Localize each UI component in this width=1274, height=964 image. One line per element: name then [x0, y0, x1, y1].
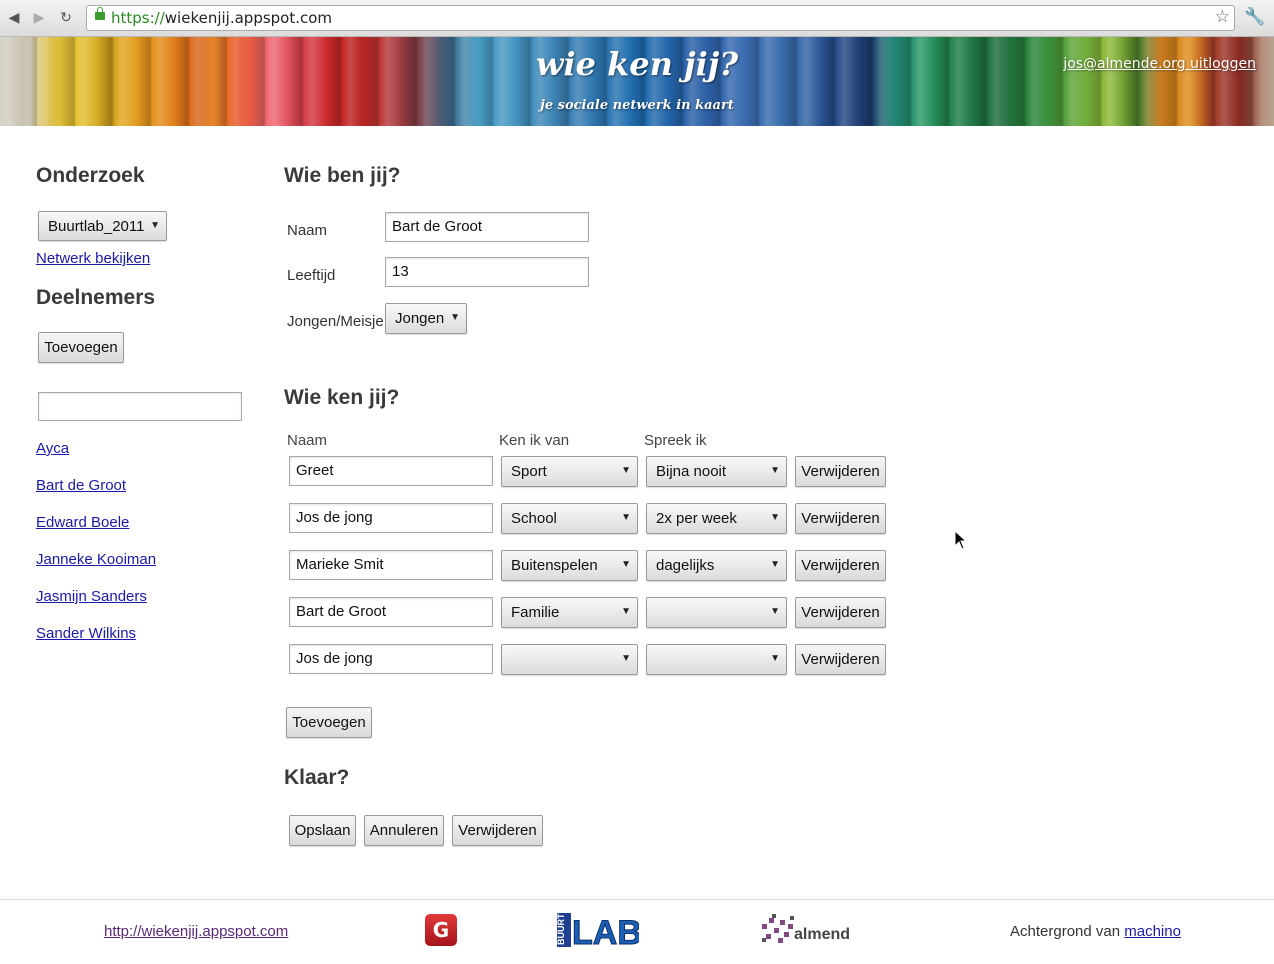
forward-arrow-icon[interactable]: ▶ [29, 8, 49, 28]
participant-link[interactable]: Edward Boele [36, 514, 129, 531]
user-logout-link[interactable]: jos@almende.org uitloggen [1063, 56, 1256, 72]
header-banner: wie ken jij? je sociale netwerk in kaart… [0, 37, 1274, 126]
known-from-select[interactable]: Familie ▼ [501, 597, 638, 628]
back-arrow-icon[interactable]: ◀ [4, 8, 24, 28]
dropdown-arrow-icon: ▼ [770, 465, 780, 476]
onderzoek-heading: Onderzoek [36, 164, 145, 187]
contact-name-input[interactable]: Marieke Smit [289, 550, 493, 580]
profile-heading: Wie ben jij? [284, 164, 401, 187]
mouse-cursor-icon [954, 530, 968, 550]
participant-link[interactable]: Bart de Groot [36, 477, 126, 494]
almende-text: almende [794, 926, 850, 943]
lock-icon [95, 7, 105, 20]
dropdown-arrow-icon: ▼ [770, 559, 780, 570]
dropdown-arrow-icon: ▼ [621, 512, 631, 523]
age-label: Leeftijd [287, 267, 336, 284]
g-logo[interactable]: G [425, 914, 457, 946]
column-header-name: Naam [287, 432, 328, 449]
contacts-heading: Wie ken jij? [284, 386, 400, 409]
star-icon[interactable]: ☆ [1215, 7, 1230, 27]
finish-heading: Klaar? [284, 766, 350, 789]
known-from-select[interactable]: Sport ▼ [501, 456, 638, 487]
credit-text: Achtergrond van [1010, 923, 1121, 940]
reload-icon[interactable]: ↻ [56, 8, 76, 28]
known-from-select[interactable]: ▼ [501, 644, 638, 675]
participant-link[interactable]: Jasmijn Sanders [36, 588, 147, 605]
site-subtitle: je sociale netwerk in kaart [540, 98, 734, 113]
add-contact-button[interactable]: Toevoegen [286, 707, 372, 738]
participant-link[interactable]: Janneke Kooiman [36, 551, 156, 568]
cancel-button[interactable]: Annuleren [364, 815, 444, 846]
dropdown-arrow-icon: ▼ [621, 653, 631, 664]
remove-contact-button[interactable]: Verwijderen [795, 456, 886, 487]
dropdown-arrow-icon: ▼ [621, 606, 631, 617]
speak-frequency-select[interactable]: 2x per week ▼ [646, 503, 787, 534]
contact-name-input[interactable]: Bart de Groot [289, 597, 493, 627]
save-button[interactable]: Opslaan [289, 815, 356, 846]
contact-name-input[interactable]: Greet [289, 456, 493, 486]
delete-button[interactable]: Verwijderen [452, 815, 543, 846]
dropdown-arrow-icon: ▼ [770, 653, 780, 664]
contact-name-input[interactable]: Jos de jong [289, 644, 493, 674]
dropdown-arrow-icon: ▼ [450, 312, 460, 323]
dropdown-arrow-icon: ▼ [621, 559, 631, 570]
speak-frequency-select[interactable]: ▼ [646, 597, 787, 628]
url-text: https://wiekenjij.appspot.com [111, 9, 333, 27]
dropdown-arrow-icon: ▼ [150, 220, 160, 231]
netwerk-bekijken-link[interactable]: Netwerk bekijken [36, 250, 150, 267]
name-label: Naam [287, 222, 328, 239]
deelnemers-heading: Deelnemers [36, 286, 156, 309]
address-bar[interactable]: https://wiekenjij.appspot.com ☆ [86, 5, 1235, 31]
speak-frequency-select[interactable]: Bijna nooit ▼ [646, 456, 787, 487]
age-input[interactable]: 13 [385, 257, 589, 287]
onderzoek-select[interactable]: Buurtlab_2011 ▼ [38, 211, 167, 241]
wrench-icon[interactable]: 🔧 [1244, 7, 1265, 27]
name-input[interactable]: Bart de Groot [385, 212, 589, 242]
buurt-text: BUURT [557, 913, 566, 945]
participant-link[interactable]: Sander Wilkins [36, 625, 136, 642]
almende-logo[interactable]: almende [760, 912, 850, 948]
dropdown-arrow-icon: ▼ [770, 606, 780, 617]
remove-contact-button[interactable]: Verwijderen [795, 550, 886, 581]
participant-link[interactable]: Ayca [36, 440, 69, 457]
gender-select[interactable]: Jongen ▼ [385, 303, 467, 334]
remove-contact-button[interactable]: Verwijderen [795, 503, 886, 534]
gender-label: Jongen/Meisje [287, 313, 384, 330]
buurtlab-logo[interactable]: BUURT LAB [557, 911, 639, 949]
known-from-select[interactable]: Buitenspelen ▼ [501, 550, 638, 581]
column-header-known-from: Ken ik van [499, 432, 570, 449]
browser-toolbar: ◀ ▶ ↻ https://wiekenjij.appspot.com ☆ 🔧 [0, 0, 1274, 37]
background-credit: Achtergrond van machino [1010, 923, 1181, 940]
dropdown-arrow-icon: ▼ [621, 465, 631, 476]
site-footer-link[interactable]: http://wiekenjij.appspot.com [104, 923, 288, 940]
speak-frequency-select[interactable]: dagelijks ▼ [646, 550, 787, 581]
remove-contact-button[interactable]: Verwijderen [795, 644, 886, 675]
dropdown-arrow-icon: ▼ [770, 512, 780, 523]
remove-contact-button[interactable]: Verwijderen [795, 597, 886, 628]
footer-divider [0, 899, 1274, 900]
participant-search-input[interactable] [38, 392, 242, 421]
known-from-select[interactable]: School ▼ [501, 503, 638, 534]
credit-link[interactable]: machino [1124, 923, 1181, 940]
lab-text: LAB [572, 914, 639, 949]
contact-name-input[interactable]: Jos de jong [289, 503, 493, 533]
speak-frequency-select[interactable]: ▼ [646, 644, 787, 675]
column-header-speak: Spreek ik [644, 432, 707, 449]
add-participant-button[interactable]: Toevoegen [38, 332, 124, 363]
